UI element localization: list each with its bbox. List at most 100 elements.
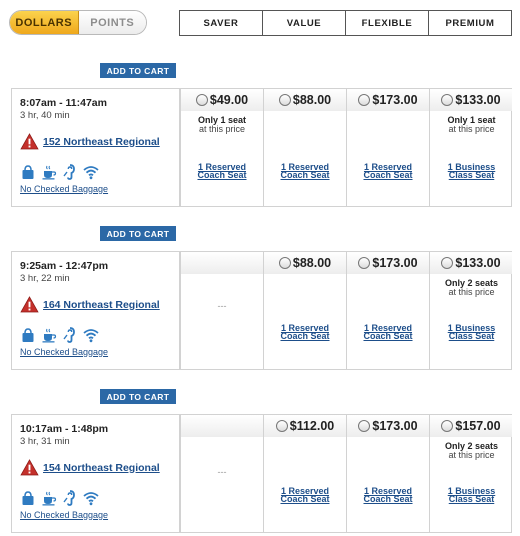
flight-duration: 3 hr, 22 min bbox=[20, 273, 70, 284]
fare-column: 1 Reserved Coach Seat bbox=[263, 111, 346, 206]
fare-column: 1 Reserved Coach Seat bbox=[346, 437, 429, 532]
fare-column: 1 Reserved Coach Seat bbox=[346, 111, 429, 206]
flight-duration: 3 hr, 31 min bbox=[20, 436, 70, 447]
flight-info: 10:17am - 1:48pm 3 hr, 31 min 154 Northe… bbox=[12, 415, 180, 532]
column-header-flexible: FLEXIBLE bbox=[346, 10, 429, 36]
fare-type-link[interactable]: 1 Reserved Coach Seat bbox=[347, 163, 429, 180]
points-toggle-option[interactable]: POINTS bbox=[78, 11, 146, 34]
price-row: $112.00 $173.00 $157.00 bbox=[180, 415, 512, 437]
fare-radio[interactable] bbox=[441, 94, 454, 106]
seats-remaining-note: at this price bbox=[448, 287, 495, 297]
price-cell: $173.00 bbox=[346, 415, 429, 437]
quiet-car-icon bbox=[63, 327, 75, 343]
column-header-value: VALUE bbox=[263, 10, 346, 36]
price-row: $49.00 $88.00 $173.00 $133.00 bbox=[180, 89, 512, 111]
fare-type-link[interactable]: 1 Reserved Coach Seat bbox=[264, 487, 346, 504]
price-cell: $157.00 bbox=[429, 415, 512, 437]
fare-type-line: Class Seat bbox=[448, 170, 495, 180]
seats-remaining-note: at this price bbox=[448, 450, 495, 460]
fare-radio[interactable] bbox=[441, 257, 454, 269]
flight-times: 10:17am - 1:48pm bbox=[20, 423, 109, 435]
fare-type-link[interactable]: 1 Reserved Coach Seat bbox=[347, 487, 429, 504]
warning-icon bbox=[20, 296, 39, 313]
fare-radio[interactable] bbox=[278, 257, 291, 269]
bag-icon bbox=[22, 165, 34, 179]
train-number-link[interactable]: 164 Northeast Regional bbox=[43, 299, 160, 311]
column-header-premium: PREMIUM bbox=[429, 10, 512, 36]
fare-type-line: Coach Seat bbox=[280, 494, 330, 504]
fare-unavailable: --- bbox=[217, 301, 227, 311]
price-cell: $133.00 bbox=[429, 89, 512, 111]
bag-icon bbox=[22, 491, 34, 505]
fare-price: $133.00 bbox=[455, 93, 501, 107]
no-checked-baggage-link[interactable]: No Checked Baggage bbox=[20, 184, 171, 194]
fare-column: 1 Reserved Coach Seat bbox=[346, 274, 429, 369]
fare-column: --- bbox=[180, 437, 263, 532]
price-cell: $49.00 bbox=[181, 89, 263, 111]
fare-column: Only 1 seat at this price 1 Business Cla… bbox=[429, 111, 513, 206]
fare-type-link[interactable]: 1 Reserved Coach Seat bbox=[181, 163, 263, 180]
price-cell: $173.00 bbox=[346, 252, 429, 274]
fare-column: 1 Reserved Coach Seat bbox=[263, 274, 346, 369]
seats-remaining-note: at this price bbox=[198, 124, 246, 134]
flight-info: 9:25am - 12:47pm 3 hr, 22 min 164 Northe… bbox=[12, 252, 180, 369]
fare-column: Only 2 seats at this price 1 Business Cl… bbox=[429, 437, 513, 532]
fare-price: $173.00 bbox=[372, 419, 418, 433]
cafe-icon bbox=[42, 328, 57, 343]
flight-times: 8:07am - 11:47am bbox=[20, 97, 107, 109]
price-cell: $88.00 bbox=[263, 252, 346, 274]
quiet-car-icon bbox=[63, 490, 75, 506]
price-cell: $88.00 bbox=[263, 89, 346, 111]
warning-icon bbox=[20, 459, 39, 476]
flight-card: $112.00 $173.00 $157.00 10:17am - 1:48pm… bbox=[11, 414, 512, 533]
wifi-icon bbox=[83, 329, 99, 343]
add-to-cart-button[interactable]: ADD TO CART bbox=[100, 226, 176, 241]
price-cell: $133.00 bbox=[429, 252, 512, 274]
dollars-toggle-option[interactable]: DOLLARS bbox=[10, 11, 79, 34]
fare-type-line: Coach Seat bbox=[363, 170, 413, 180]
fare-radio[interactable] bbox=[275, 420, 288, 432]
flight-duration: 3 hr, 40 min bbox=[20, 110, 70, 121]
price-row: $88.00 $173.00 $133.00 bbox=[180, 252, 512, 274]
price-cell: $173.00 bbox=[346, 89, 429, 111]
fare-radio[interactable] bbox=[358, 257, 371, 269]
fare-price: $49.00 bbox=[209, 93, 249, 107]
no-checked-baggage-link[interactable]: No Checked Baggage bbox=[20, 510, 171, 520]
fare-type-line: Coach Seat bbox=[197, 170, 247, 180]
fare-radio[interactable] bbox=[441, 420, 454, 432]
fare-type-link[interactable]: 1 Reserved Coach Seat bbox=[347, 324, 429, 341]
fare-type-line: Coach Seat bbox=[363, 494, 413, 504]
fare-type-link[interactable]: 1 Reserved Coach Seat bbox=[264, 163, 346, 180]
fare-column: --- bbox=[180, 274, 263, 369]
fare-price: $173.00 bbox=[372, 256, 418, 270]
fare-price: $88.00 bbox=[292, 93, 332, 107]
fare-radio[interactable] bbox=[195, 94, 208, 106]
fare-type-link[interactable]: 1 Business Class Seat bbox=[430, 324, 513, 341]
add-to-cart-button[interactable]: ADD TO CART bbox=[100, 389, 176, 404]
flight-card: $49.00 $88.00 $173.00 $133.00 8:07am - 1… bbox=[11, 88, 512, 207]
wifi-icon bbox=[83, 166, 99, 180]
no-checked-baggage-link[interactable]: No Checked Baggage bbox=[20, 347, 171, 357]
fare-type-line: Class Seat bbox=[448, 494, 495, 504]
fare-type-link[interactable]: 1 Business Class Seat bbox=[430, 487, 513, 504]
train-number-link[interactable]: 154 Northeast Regional bbox=[43, 462, 160, 474]
price-cell: $112.00 bbox=[263, 415, 346, 437]
train-number-link[interactable]: 152 Northeast Regional bbox=[43, 136, 160, 148]
seats-remaining-note: at this price bbox=[448, 124, 495, 134]
add-to-cart-button[interactable]: ADD TO CART bbox=[100, 63, 176, 78]
fare-radio[interactable] bbox=[358, 420, 371, 432]
wifi-icon bbox=[83, 492, 99, 506]
fare-price: $157.00 bbox=[455, 419, 501, 433]
fare-radio[interactable] bbox=[358, 94, 371, 106]
quiet-car-icon bbox=[63, 164, 75, 180]
fare-radio[interactable] bbox=[278, 94, 291, 106]
flight-card: $88.00 $173.00 $133.00 9:25am - 12:47pm … bbox=[11, 251, 512, 370]
fare-type-link[interactable]: 1 Reserved Coach Seat bbox=[264, 324, 346, 341]
fare-unavailable: --- bbox=[217, 467, 227, 477]
fare-type-link[interactable]: 1 Business Class Seat bbox=[430, 163, 513, 180]
fare-price: $88.00 bbox=[292, 256, 332, 270]
fare-column: Only 2 seats at this price 1 Business Cl… bbox=[429, 274, 513, 369]
fare-column: 1 Reserved Coach Seat bbox=[263, 437, 346, 532]
fare-price: $112.00 bbox=[289, 419, 335, 433]
currency-toggle: DOLLARS POINTS bbox=[9, 10, 147, 35]
